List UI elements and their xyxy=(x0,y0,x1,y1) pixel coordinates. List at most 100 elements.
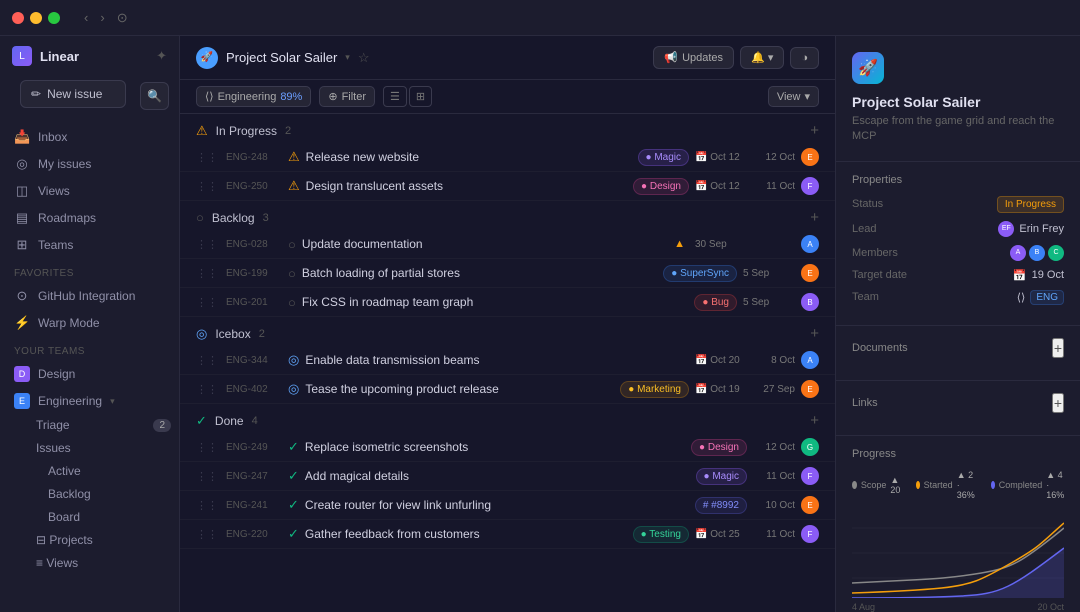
avatar: F xyxy=(801,525,819,543)
sidebar-item-warp[interactable]: ⚡ Warp Mode xyxy=(6,310,173,336)
status-badge[interactable]: In Progress xyxy=(997,196,1064,213)
drag-handle[interactable]: ⋮⋮ xyxy=(196,296,218,309)
drag-handle[interactable]: ⋮⋮ xyxy=(196,180,218,193)
sidebar-item-views-eng[interactable]: ≡ Views xyxy=(28,552,179,574)
drag-handle[interactable]: ⋮⋮ xyxy=(196,383,218,396)
table-row[interactable]: ⋮⋮ ENG-220 ✓ Gather feedback from custom… xyxy=(180,520,835,549)
add-issue-button[interactable]: + xyxy=(810,325,819,342)
properties-section: Properties Status In Progress Lead EF Er… xyxy=(836,162,1080,326)
sidebar-item-backlog[interactable]: Backlog xyxy=(28,483,179,505)
avatar: F xyxy=(801,467,819,485)
due-date: 📅 Oct 12 xyxy=(695,181,747,192)
drag-handle[interactable]: ⋮⋮ xyxy=(196,267,218,280)
close-button[interactable] xyxy=(12,12,24,24)
filter-button[interactable]: ⊕ Filter xyxy=(319,86,375,107)
sidebar-item-triage[interactable]: Triage 2 xyxy=(28,414,179,436)
maximize-button[interactable] xyxy=(48,12,60,24)
sidebar-item-teams[interactable]: ⊞ Teams xyxy=(6,232,173,258)
favorites-label: Favorites xyxy=(0,258,179,283)
sidebar-item-board[interactable]: Board xyxy=(28,506,179,528)
label-hashref: # #8992 xyxy=(695,497,747,514)
add-link-button[interactable]: + xyxy=(1052,393,1064,413)
table-row[interactable]: ⋮⋮ ENG-028 ○ Update documentation ▲ 30 S… xyxy=(180,230,835,259)
sidebar-item-engineering[interactable]: E Engineering ▾ xyxy=(6,388,173,414)
table-row[interactable]: ⋮⋮ ENG-402 ◎ Tease the upcoming product … xyxy=(180,375,835,404)
sidebar-item-github[interactable]: ⊙ GitHub Integration xyxy=(6,283,173,309)
table-row[interactable]: ⋮⋮ ENG-248 ⚠ Release new website ● Magic… xyxy=(180,143,835,172)
your-teams-label: Your teams xyxy=(0,336,179,361)
project-name: Project Solar Sailer xyxy=(226,50,337,65)
table-row[interactable]: ⋮⋮ ENG-199 ○ Batch loading of partial st… xyxy=(180,259,835,288)
forward-button[interactable]: › xyxy=(96,8,108,28)
drag-handle[interactable]: ⋮⋮ xyxy=(196,528,218,541)
add-issue-button[interactable]: + xyxy=(810,122,819,139)
table-row[interactable]: ⋮⋮ ENG-250 ⚠ Design translucent assets ●… xyxy=(180,172,835,201)
drag-handle[interactable]: ⋮⋮ xyxy=(196,499,218,512)
logo-icon: L xyxy=(12,46,32,66)
chart-start-label: 4 Aug xyxy=(852,602,875,612)
drag-handle[interactable]: ⋮⋮ xyxy=(196,151,218,164)
sidebar-item-my-issues[interactable]: ◎ My issues xyxy=(6,151,173,177)
sidebar-item-projects[interactable]: ⊟ Projects xyxy=(28,529,179,551)
sidebar-item-views[interactable]: ◫ Views xyxy=(6,178,173,204)
status-icon: ○ xyxy=(288,266,296,281)
target-date-value: 19 Oct xyxy=(1032,269,1064,281)
sidebar-item-issues[interactable]: Issues xyxy=(28,437,179,459)
teams-icon: ⊞ xyxy=(14,237,30,253)
github-icon: ⊙ xyxy=(14,288,30,304)
chevron-down-icon: ▾ xyxy=(804,90,810,103)
view-dropdown-button[interactable]: View ▾ xyxy=(768,86,819,107)
roadmaps-icon: ▤ xyxy=(14,210,30,226)
backlog-icon: ○ xyxy=(196,210,204,225)
new-issue-button[interactable]: ✏ New issue xyxy=(20,80,126,108)
view-icons: ☰ ⊞ xyxy=(383,86,432,107)
drag-handle[interactable]: ⋮⋮ xyxy=(196,238,218,251)
add-document-button[interactable]: + xyxy=(1052,338,1064,358)
done-icon: ✓ xyxy=(196,413,207,429)
minimize-button[interactable] xyxy=(30,12,42,24)
grid-view-button[interactable]: ⊞ xyxy=(409,86,432,107)
table-row[interactable]: ⋮⋮ ENG-249 ✓ Replace isometric screensho… xyxy=(180,433,835,462)
theme-toggle-button[interactable]: ◑ xyxy=(790,47,819,69)
add-issue-button[interactable]: + xyxy=(810,209,819,226)
search-button[interactable]: 🔍 xyxy=(140,82,169,110)
due-date: 5 Sep xyxy=(743,297,795,308)
drag-handle[interactable]: ⋮⋮ xyxy=(196,441,218,454)
table-row[interactable]: ⋮⋮ ENG-241 ✓ Create router for view link… xyxy=(180,491,835,520)
right-panel: 🚀 Project Solar Sailer Escape from the g… xyxy=(835,36,1080,612)
sidebar-item-inbox[interactable]: 📥 Inbox xyxy=(6,124,173,150)
views-icon: ◫ xyxy=(14,183,30,199)
star-icon[interactable]: ☆ xyxy=(358,50,370,66)
sidebar-item-active[interactable]: Active xyxy=(28,460,179,482)
sidebar-item-roadmaps[interactable]: ▤ Roadmaps xyxy=(6,205,173,231)
history-button[interactable]: ⊙ xyxy=(113,8,132,28)
sidebar-header: L Linear ✦ xyxy=(0,36,179,76)
progress-legend: Scope ▲ 20 Started ▲ 2 · 36% Completed ▲… xyxy=(852,470,1064,500)
chart-end-label: 20 Oct xyxy=(1037,602,1064,612)
chevron-down-icon[interactable]: ▾ xyxy=(345,52,350,63)
status-icon: ✓ xyxy=(288,526,299,542)
notification-button[interactable]: 🔔 ▾ xyxy=(740,46,784,69)
engineering-filter-chip[interactable]: ⟨⟩ Engineering 89% xyxy=(196,86,311,107)
label-design: ● Design xyxy=(633,178,689,195)
new-issue-row: ✏ New issue 🔍 xyxy=(0,76,179,124)
sidebar-item-design[interactable]: D Design xyxy=(6,361,173,387)
calendar-icon: 📅 xyxy=(1013,269,1027,282)
add-issue-button[interactable]: + xyxy=(810,412,819,429)
back-button[interactable]: ‹ xyxy=(80,8,92,28)
status-icon: ◎ xyxy=(288,381,299,397)
sidebar-toggle-icon[interactable]: ✦ xyxy=(156,48,167,64)
drag-handle[interactable]: ⋮⋮ xyxy=(196,470,218,483)
drag-handle[interactable]: ⋮⋮ xyxy=(196,354,218,367)
app-logo: L Linear xyxy=(12,46,79,66)
table-row[interactable]: ⋮⋮ ENG-247 ✓ Add magical details ● Magic… xyxy=(180,462,835,491)
avatar: E xyxy=(801,264,819,282)
table-row[interactable]: ⋮⋮ ENG-201 ○ Fix CSS in roadmap team gra… xyxy=(180,288,835,317)
updates-button[interactable]: 📢 In Progress Updates xyxy=(653,46,734,69)
group-header-in-progress: ⚠ In Progress 2 + xyxy=(180,114,835,143)
label-magic: ● Magic xyxy=(638,149,690,166)
status-icon: ⚠ xyxy=(288,178,300,194)
table-row[interactable]: ⋮⋮ ENG-344 ◎ Enable data transmission be… xyxy=(180,346,835,375)
lead-row: Lead EF Erin Frey xyxy=(852,221,1064,237)
list-view-button[interactable]: ☰ xyxy=(383,86,407,107)
